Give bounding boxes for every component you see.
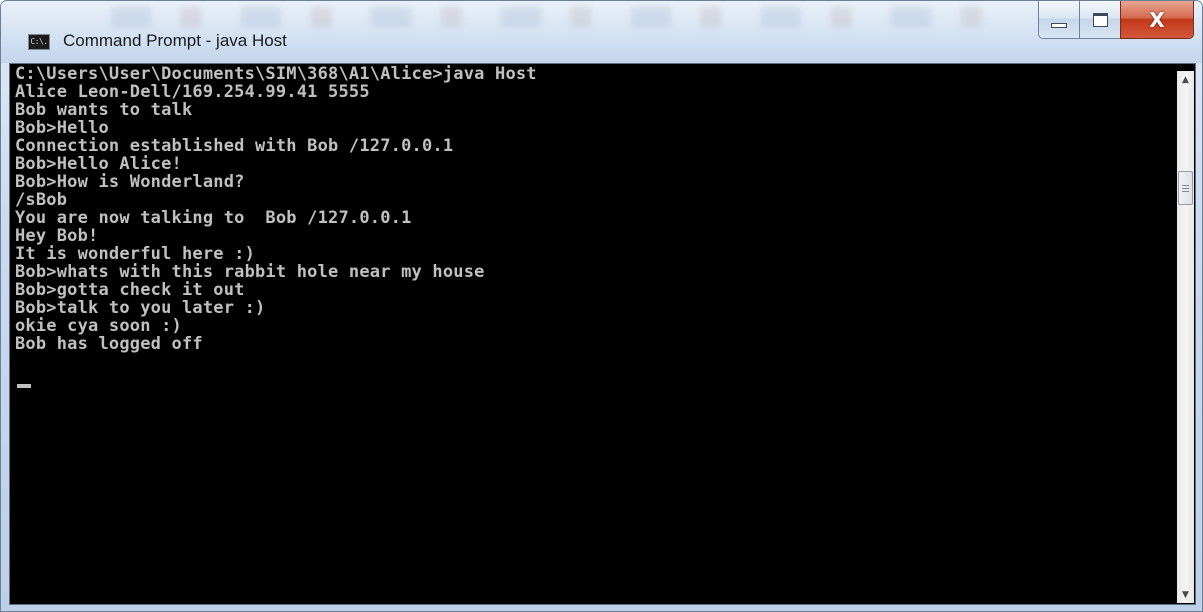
- command-prompt-icon[interactable]: C:\.: [28, 34, 50, 50]
- console-line: Bob wants to talk: [15, 100, 193, 120]
- title-bar[interactable]: C:\. Command Prompt - java Host X: [1, 1, 1202, 63]
- window-controls: X: [1038, 1, 1194, 41]
- console-line: You are now talking to Bob /127.0.0.1: [15, 208, 412, 228]
- console-line: Bob>talk to you later :): [15, 298, 266, 318]
- grip-icon: [1182, 184, 1189, 192]
- scrollbar-thumb[interactable]: [1178, 171, 1193, 205]
- console-line: Bob>Hello Alice!: [15, 154, 182, 174]
- console-line: C:\Users\User\Documents\SIM\368\A1\Alice…: [15, 65, 537, 84]
- close-button[interactable]: X: [1120, 1, 1194, 39]
- maximize-button[interactable]: [1079, 1, 1121, 39]
- window-title: Command Prompt - java Host: [63, 31, 287, 50]
- console-line: okie cya soon :): [15, 316, 182, 336]
- console-output[interactable]: C:\Users\User\Documents\SIM\368\A1\Alice…: [15, 65, 1166, 599]
- maximize-icon: [1092, 12, 1108, 27]
- command-prompt-window: C:\. Command Prompt - java Host X C:\Use…: [0, 0, 1203, 612]
- minimize-icon: [1051, 23, 1067, 28]
- scroll-up-icon[interactable]: ▲: [1177, 71, 1194, 88]
- console-line: Bob>How is Wonderland?: [15, 172, 245, 192]
- aero-glass-background: [111, 7, 991, 27]
- console-line: Bob has logged off: [15, 334, 203, 354]
- console-line: Hey Bob!: [15, 226, 99, 246]
- console-line: Connection established with Bob /127.0.0…: [15, 136, 454, 156]
- console-line: Alice Leon-Dell/169.254.99.41 5555: [15, 82, 370, 102]
- console-lines: C:\Users\User\Documents\SIM\368\A1\Alice…: [15, 65, 1166, 389]
- close-icon: X: [1149, 7, 1165, 32]
- console-line: Bob>Hello: [15, 118, 109, 138]
- console-line: Bob>whats with this rabbit hole near my …: [15, 262, 485, 282]
- console-line: /sBob: [15, 190, 68, 210]
- vertical-scrollbar[interactable]: ▲ ▼: [1177, 71, 1194, 603]
- cursor-line: [15, 371, 1166, 389]
- console-line: Bob>gotta check it out: [15, 280, 245, 300]
- console-line: It is wonderful here :): [15, 244, 256, 264]
- scroll-down-icon[interactable]: ▼: [1177, 586, 1194, 603]
- text-cursor: [17, 384, 31, 388]
- minimize-button[interactable]: [1038, 1, 1080, 39]
